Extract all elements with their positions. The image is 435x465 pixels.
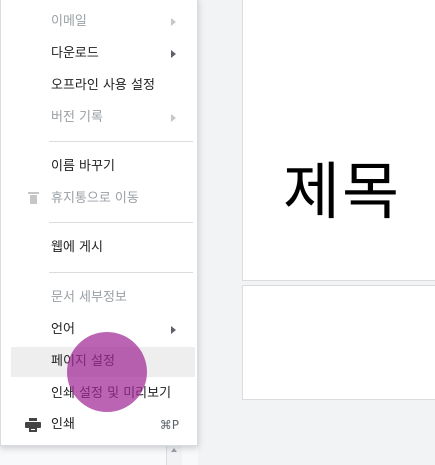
menu-item-offline[interactable]: 오프라인 사용 설정 <box>1 72 197 100</box>
slide-title-text: 제목 <box>283 155 402 228</box>
submenu-arrow-icon <box>171 50 176 58</box>
submenu-arrow-icon <box>171 114 176 122</box>
trash-icon <box>28 192 39 204</box>
menu-divider <box>49 222 193 223</box>
menu-divider <box>49 141 193 142</box>
menu-item-label: 버전 기록 <box>51 110 103 125</box>
menu-item-page-setup[interactable]: 페이지 설정 <box>11 347 195 377</box>
menu-item-label: 언어 <box>51 322 75 337</box>
menu-item-download[interactable]: 다운로드 <box>1 40 197 68</box>
menu-item-label: 페이지 설정 <box>51 354 115 369</box>
menu-item-rename[interactable]: 이름 바꾸기 <box>1 153 197 181</box>
menu-item-publish-web[interactable]: 웹에 게시 <box>1 234 197 262</box>
menu-item-label: 휴지통으로 이동 <box>51 191 139 206</box>
shortcut-hint: ⌘P <box>159 418 179 432</box>
scroll-up-arrow-icon[interactable] <box>171 448 177 452</box>
file-menu-dropdown: 이메일 다운로드 오프라인 사용 설정 버전 기록 이름 바꾸기 휴지통으로 이… <box>0 0 198 446</box>
menu-item-label: 문서 세부정보 <box>51 290 127 305</box>
menu-item-email[interactable]: 이메일 <box>1 8 197 36</box>
menu-item-label: 인쇄 <box>51 417 75 432</box>
menu-item-label: 이름 바꾸기 <box>51 159 115 174</box>
menu-item-label: 웹에 게시 <box>51 240 103 255</box>
menu-item-version-history[interactable]: 버전 기록 <box>1 104 197 132</box>
menu-item-move-to-trash[interactable]: 휴지통으로 이동 <box>1 185 197 213</box>
menu-item-label: 인쇄 설정 및 미리보기 <box>51 386 172 401</box>
menu-item-label: 오프라인 사용 설정 <box>51 78 155 93</box>
slide-thumbnail-main[interactable]: 제목 <box>242 0 435 281</box>
printer-icon <box>25 418 41 432</box>
menu-item-print[interactable]: 인쇄 ⌘P <box>1 411 197 439</box>
menu-item-label: 다운로드 <box>51 46 99 61</box>
submenu-arrow-icon <box>171 18 176 26</box>
menu-divider <box>49 272 193 273</box>
slide-thumbnail-secondary[interactable] <box>242 285 435 400</box>
app-canvas: 제목 이메일 다운로드 오프라인 사용 설정 버전 기록 이름 바꾸기 휴지통으… <box>0 0 435 465</box>
menu-item-doc-details[interactable]: 문서 세부정보 <box>1 284 197 312</box>
menu-item-print-preview[interactable]: 인쇄 설정 및 미리보기 <box>1 380 197 408</box>
menu-item-label: 이메일 <box>51 14 87 29</box>
menu-item-language[interactable]: 언어 <box>1 316 197 344</box>
submenu-arrow-icon <box>171 326 176 334</box>
